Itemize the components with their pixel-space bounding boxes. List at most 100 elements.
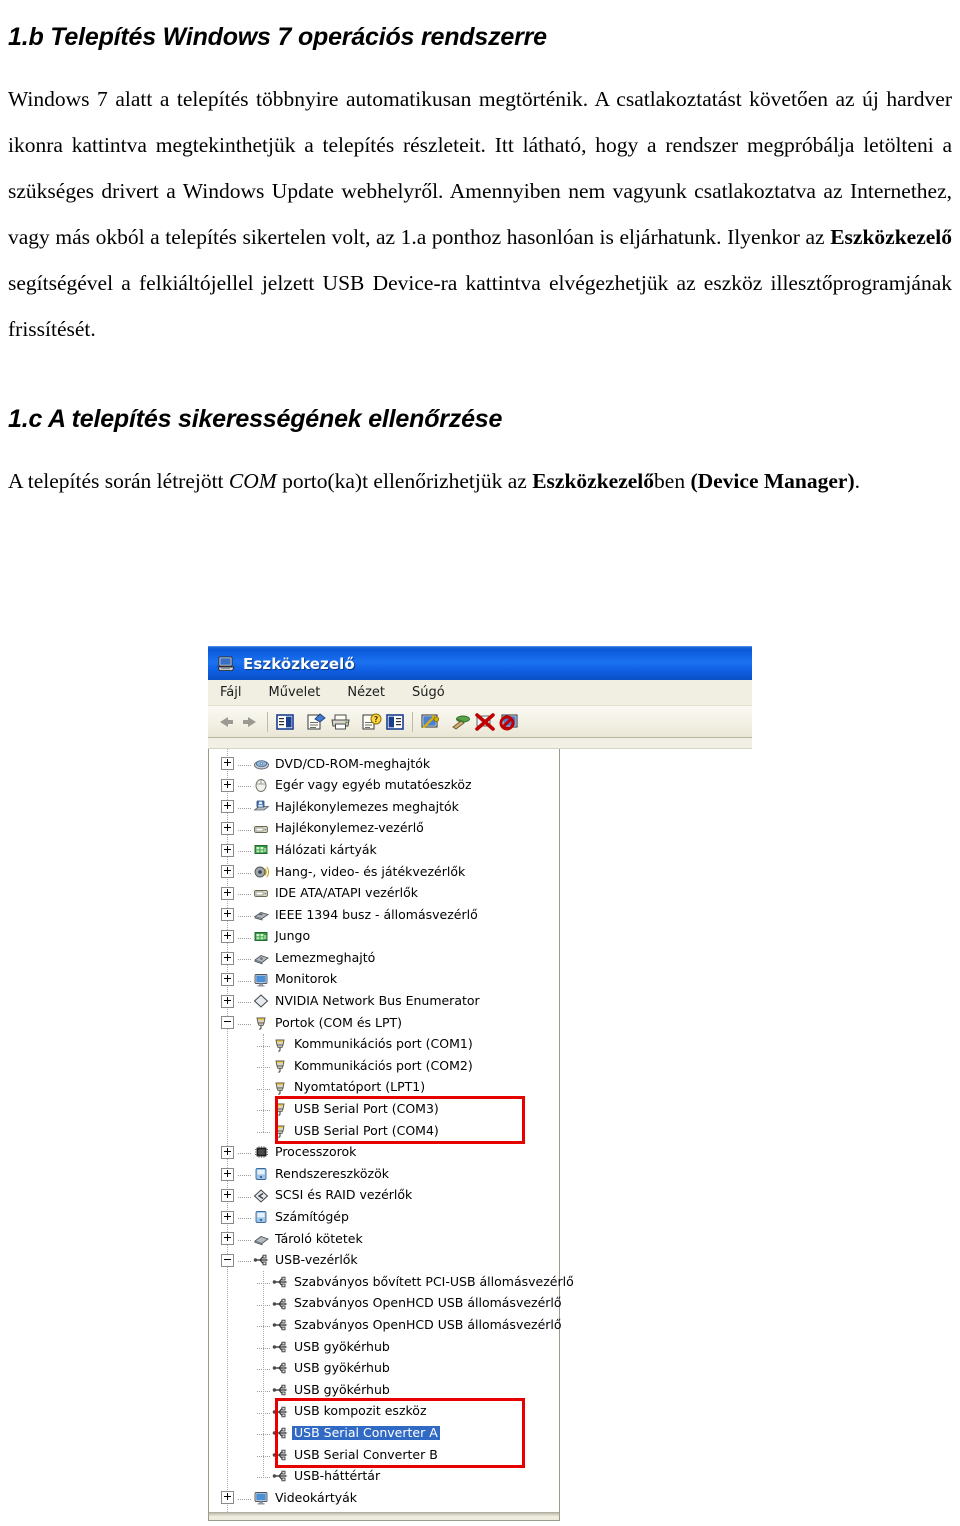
menu-action[interactable]: Művelet [268, 685, 320, 700]
tree-connector [238, 927, 251, 939]
tree-connector [238, 1250, 251, 1263]
menu-file[interactable]: Fájl [220, 685, 241, 700]
expand-plus-icon[interactable] [221, 1167, 234, 1181]
tree-item[interactable]: Jungo [209, 926, 559, 948]
tree-item[interactable]: Hajlékonylemezes meghajtók [209, 796, 559, 818]
tree-item-label: USB gyökérhub [294, 1360, 390, 1376]
tree-item-label: IDE ATA/ATAPI vezérlők [275, 885, 419, 901]
update-driver-icon[interactable] [419, 711, 441, 733]
tree-item-label: USB Serial Port (COM4) [294, 1122, 439, 1138]
expand-plus-icon[interactable] [221, 994, 234, 1008]
tree-item[interactable]: USB-háttértár [209, 1466, 559, 1488]
tree-item[interactable]: Videokártyák [209, 1487, 559, 1509]
tree-item[interactable]: Hálózati kártyák [209, 839, 559, 861]
disk-drive-icon [253, 950, 270, 966]
show-hide-console-tree-icon[interactable] [274, 711, 296, 733]
tree-item[interactable]: NVIDIA Network Bus Enumerator [209, 991, 559, 1013]
usb-icon [272, 1404, 289, 1420]
device-tree[interactable]: DVD/CD-ROM-meghajtók Egér vagy egyéb muta… [208, 749, 574, 1512]
tree-item[interactable]: USB Serial Port (COM4) [209, 1120, 559, 1142]
tree-item-label: Jungo [275, 928, 311, 944]
tree-item[interactable]: USB kompozit eszköz [209, 1401, 559, 1423]
expand-plus-icon[interactable] [221, 951, 234, 965]
expand-plus-icon[interactable] [221, 843, 234, 857]
expand-plus-icon[interactable] [221, 822, 234, 836]
tree-item[interactable]: USB Serial Port (COM3) [209, 1099, 559, 1121]
uninstall-device-icon[interactable] [474, 711, 496, 733]
storage-volume-icon [253, 1231, 270, 1247]
expand-plus-icon[interactable] [221, 865, 234, 879]
tree-item[interactable]: USB-vezérlők [209, 1250, 559, 1272]
menu-help[interactable]: Súgó [412, 685, 445, 700]
expand-plus-icon[interactable] [221, 1232, 234, 1246]
port-icon [272, 1058, 289, 1074]
tree-item[interactable]: USB gyökérhub [209, 1336, 559, 1358]
expand-plus-icon[interactable] [221, 778, 234, 792]
show-hide-action-pane-icon[interactable] [384, 711, 406, 733]
expand-plus-icon[interactable] [221, 757, 234, 771]
ide-controller-icon [253, 885, 270, 901]
properties-icon[interactable] [305, 711, 327, 733]
paragraph-1-bold-eszkozkezelo: Eszközkezelő [830, 225, 952, 249]
paragraph-1-text-a: Windows 7 alatt a telepítés többnyire au… [8, 87, 952, 249]
usb-icon [272, 1425, 289, 1441]
page-heading-1c: 1.c A telepítés sikerességének ellenőrzé… [8, 405, 503, 433]
tree-item[interactable]: Kommunikációs port (COM2) [209, 1055, 559, 1077]
tree-item-label: Hang-, video- és játékvezérlők [275, 863, 466, 879]
expand-plus-icon[interactable] [221, 1145, 234, 1159]
floppy-drive-icon [253, 799, 270, 815]
system-device-icon [253, 1166, 270, 1182]
tree-item[interactable]: Rendszereszközök [209, 1163, 559, 1185]
tree-item[interactable]: Szabványos OpenHCD USB állomásvezérlő [209, 1314, 562, 1336]
expand-plus-icon[interactable] [221, 800, 234, 814]
tree-connector [238, 948, 251, 961]
tree-item[interactable]: SCSI és RAID vezérlők [209, 1185, 559, 1207]
tree-item-label: DVD/CD-ROM-meghajtók [275, 755, 431, 771]
collapse-minus-icon[interactable] [221, 1253, 234, 1267]
expand-plus-icon[interactable] [221, 973, 234, 987]
expand-plus-icon[interactable] [221, 930, 234, 944]
expand-plus-icon[interactable] [221, 908, 234, 922]
usb-icon [272, 1317, 289, 1333]
usb-icon [272, 1339, 289, 1355]
tree-item[interactable]: Nyomtatóport (LPT1) [209, 1077, 559, 1099]
forward-arrow-icon[interactable] [239, 711, 261, 733]
tree-item[interactable]: Egér vagy egyéb mutatóeszköz [209, 775, 559, 797]
menu-view[interactable]: Nézet [347, 685, 385, 700]
tree-item[interactable]: DVD/CD-ROM-meghajtók [209, 753, 559, 775]
tree-item[interactable]: IEEE 1394 busz - állomásvezérlő [209, 904, 559, 926]
tree-item[interactable]: Lemezmeghajtó [209, 947, 559, 969]
expand-plus-icon[interactable] [221, 886, 234, 900]
paragraph-2: A telepítés során létrejött COM porto(ka… [8, 458, 952, 504]
cpu-icon [253, 1144, 270, 1160]
tree-item[interactable]: Számítógép [209, 1206, 559, 1228]
tree-item[interactable]: Kommunikációs port (COM1) [209, 1034, 559, 1056]
tree-item-label: Kommunikációs port (COM1) [294, 1036, 473, 1052]
expand-plus-icon[interactable] [221, 1210, 234, 1224]
expand-plus-icon[interactable] [221, 1189, 234, 1203]
tree-item[interactable]: Szabványos OpenHCD USB állomásvezérlő [209, 1293, 562, 1315]
tree-item[interactable]: USB gyökérhub [209, 1358, 559, 1380]
help-icon[interactable]: ? [360, 711, 382, 733]
collapse-minus-icon[interactable] [221, 1016, 234, 1030]
print-icon[interactable] [329, 711, 351, 733]
expand-plus-icon[interactable] [221, 1491, 234, 1505]
tree-item[interactable]: Hajlékonylemez-vezérlő [209, 818, 559, 840]
paragraph-2-italic-com: COM [228, 469, 277, 493]
tree-item[interactable]: Tároló kötetek [209, 1228, 559, 1250]
tree-item[interactable]: Processzorok [209, 1142, 559, 1164]
back-arrow-icon[interactable] [215, 711, 237, 733]
tree-item[interactable]: Szabványos bővített PCI-USB állomásvezér… [209, 1271, 574, 1293]
tree-item[interactable]: Hang-, video- és játékvezérlők [209, 861, 559, 883]
scan-hardware-changes-icon[interactable] [450, 711, 472, 733]
tree-item[interactable]: IDE ATA/ATAPI vezérlők [209, 883, 559, 905]
tree-item[interactable]: USB Serial Converter A [209, 1422, 559, 1444]
disable-device-icon[interactable] [498, 711, 520, 733]
tree-item-label: Számítógép [275, 1209, 349, 1225]
computer-icon [217, 655, 235, 673]
toolbar-bottom-strip [208, 738, 752, 749]
tree-item[interactable]: USB Serial Converter B [209, 1444, 559, 1466]
tree-item[interactable]: Monitorok [209, 969, 559, 991]
tree-item[interactable]: Portok (COM és LPT) [209, 1012, 559, 1034]
tree-item[interactable]: USB gyökérhub [209, 1379, 559, 1401]
